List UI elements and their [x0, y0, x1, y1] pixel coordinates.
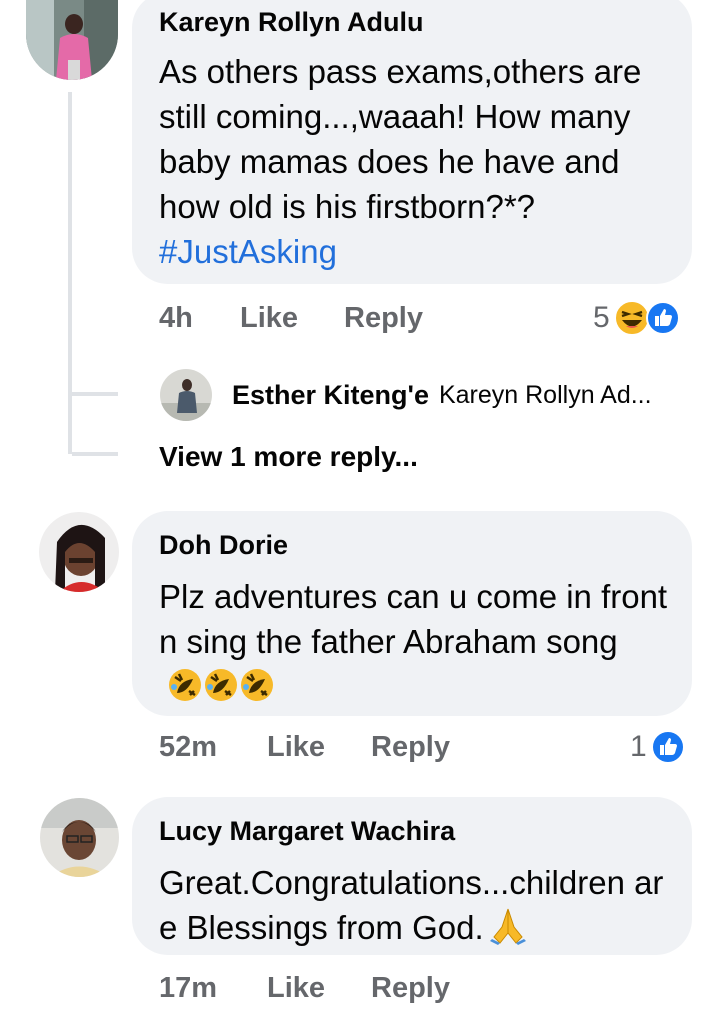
reaction-summary[interactable]: 5: [593, 299, 681, 337]
comment-text: Great.Congratulations...children are Ble…: [159, 860, 664, 950]
comment-bubble: Lucy Margaret Wachira Great.Congratulati…: [132, 797, 692, 955]
comment-time[interactable]: 4h: [159, 302, 193, 335]
reply-button[interactable]: Reply: [371, 731, 450, 764]
hashtag-link[interactable]: #JustAsking: [159, 233, 337, 270]
comment-actions: 52m Like Reply: [159, 731, 479, 767]
nested-reply[interactable]: Esther Kiteng'e Kareyn Rollyn Ad...: [232, 377, 652, 413]
like-button[interactable]: Like: [240, 302, 298, 335]
comment-time[interactable]: 17m: [159, 972, 217, 1005]
comment-text: Plz adventures can u come in front n sin…: [159, 574, 671, 709]
emoji-group: [159, 668, 275, 705]
comment-actions: 17m Like Reply: [159, 972, 479, 1008]
praying-hands-emoji: [488, 905, 528, 945]
avatar[interactable]: [40, 798, 119, 877]
reply-button[interactable]: Reply: [344, 302, 423, 335]
rolling-laughing-emoji: [167, 667, 203, 703]
avatar[interactable]: [39, 512, 119, 592]
comment-actions: 4h Like Reply: [159, 302, 459, 338]
comment-author[interactable]: Kareyn Rollyn Adulu: [159, 4, 666, 40]
comment-text-body: Great.Congratulations...children are Ble…: [159, 864, 664, 946]
reaction-summary[interactable]: 1: [630, 728, 686, 766]
comment-time[interactable]: 52m: [159, 731, 217, 764]
comment-bubble: Doh Dorie Plz adventures can u come in f…: [132, 511, 692, 716]
comment-author[interactable]: Doh Dorie: [159, 527, 666, 563]
reaction-count: 1: [630, 730, 647, 763]
comment-author[interactable]: Lucy Margaret Wachira: [159, 813, 666, 849]
comment-text-body: As others pass exams,others are still co…: [159, 53, 642, 225]
like-icon: [650, 729, 686, 765]
reply-author[interactable]: Esther Kiteng'e: [232, 380, 429, 411]
like-button[interactable]: Like: [267, 731, 325, 764]
rolling-laughing-emoji: [239, 667, 275, 703]
reaction-count: 5: [593, 301, 610, 334]
avatar[interactable]: [26, 0, 118, 80]
view-more-replies[interactable]: View 1 more reply...: [159, 441, 418, 473]
thread-line-vertical: [68, 92, 72, 454]
avatar[interactable]: [160, 369, 212, 421]
like-icon: [645, 300, 681, 336]
thread-line-branch-2: [72, 452, 118, 456]
comment-text-body: Plz adventures can u come in front n sin…: [159, 578, 668, 660]
comment-bubble: Kareyn Rollyn Adulu As others pass exams…: [132, 0, 692, 284]
reply-button[interactable]: Reply: [371, 972, 450, 1005]
thread-line-branch-1: [72, 392, 118, 396]
rolling-laughing-emoji: [203, 667, 239, 703]
like-button[interactable]: Like: [267, 972, 325, 1005]
comment-text: As others pass exams,others are still co…: [159, 49, 664, 274]
reply-preview: Kareyn Rollyn Ad...: [438, 380, 652, 409]
